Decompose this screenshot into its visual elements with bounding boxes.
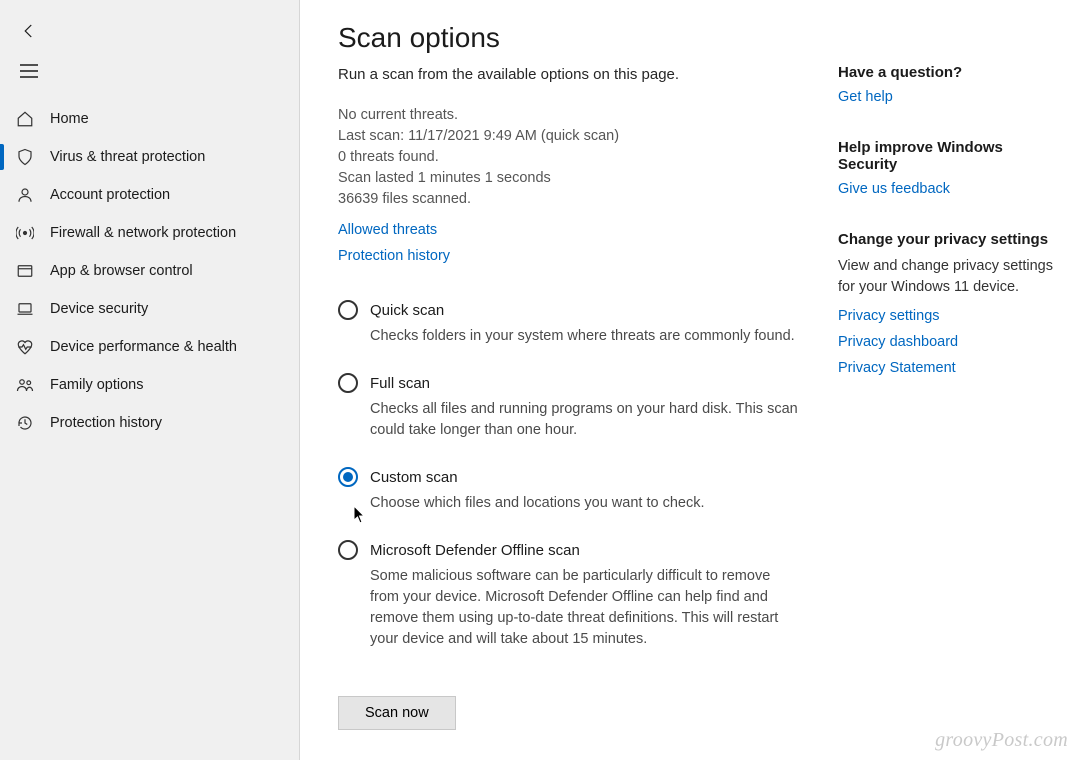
nav-item-firewall[interactable]: Firewall & network protection	[0, 214, 299, 252]
link-get-help[interactable]: Get help	[838, 89, 1058, 105]
content-column: Scan options Run a scan from the availab…	[338, 22, 838, 760]
home-icon	[14, 108, 36, 130]
radio-icon	[338, 467, 358, 487]
aside-heading: Help improve Windows Security	[838, 139, 1058, 173]
radio-quick-scan[interactable]: Quick scan	[338, 300, 818, 320]
aside-question: Have a question? Get help	[838, 64, 1058, 105]
radio-desc: Some malicious software can be particula…	[370, 566, 800, 650]
main: Scan options Run a scan from the availab…	[300, 0, 1080, 760]
radio-desc: Choose which files and locations you wan…	[370, 493, 800, 514]
radio-desc: Checks folders in your system where thre…	[370, 326, 800, 347]
hamburger-button[interactable]	[8, 54, 50, 88]
nav-label: Virus & threat protection	[50, 149, 205, 165]
watermark: groovyPost.com	[935, 729, 1068, 752]
family-icon	[14, 374, 36, 396]
link-privacy-settings[interactable]: Privacy settings	[838, 308, 1058, 324]
nav-label: App & browser control	[50, 263, 193, 279]
shield-icon	[14, 146, 36, 168]
nav-item-home[interactable]: Home	[0, 100, 299, 138]
back-button[interactable]	[8, 14, 50, 48]
aside-heading: Have a question?	[838, 64, 1058, 81]
scan-options-group: Quick scan Checks folders in your system…	[338, 300, 818, 650]
radio-label: Full scan	[370, 375, 430, 392]
option-quick-scan: Quick scan Checks folders in your system…	[338, 300, 818, 347]
aside-column: Have a question? Get help Help improve W…	[838, 22, 1058, 760]
aside-privacy-text: View and change privacy settings for you…	[838, 256, 1058, 298]
radio-offline-scan[interactable]: Microsoft Defender Offline scan	[338, 540, 818, 560]
radio-icon	[338, 373, 358, 393]
history-icon	[14, 412, 36, 434]
link-protection-history[interactable]: Protection history	[338, 248, 818, 264]
nav-item-protection-history[interactable]: Protection history	[0, 404, 299, 442]
scan-status: No current threats. Last scan: 11/17/202…	[338, 105, 818, 210]
link-give-feedback[interactable]: Give us feedback	[838, 181, 1058, 197]
nav-item-device-performance[interactable]: Device performance & health	[0, 328, 299, 366]
sidebar-top	[0, 8, 299, 98]
option-offline-scan: Microsoft Defender Offline scan Some mal…	[338, 540, 818, 650]
link-privacy-dashboard[interactable]: Privacy dashboard	[838, 334, 1058, 350]
link-privacy-statement[interactable]: Privacy Statement	[838, 360, 1058, 376]
status-last-scan: Last scan: 11/17/2021 9:49 AM (quick sca…	[338, 126, 818, 147]
option-custom-scan: Custom scan Choose which files and locat…	[338, 467, 818, 514]
nav-label: Account protection	[50, 187, 170, 203]
nav-item-account[interactable]: Account protection	[0, 176, 299, 214]
page-title: Scan options	[338, 22, 818, 54]
nav-item-device-security[interactable]: Device security	[0, 290, 299, 328]
status-no-threats: No current threats.	[338, 105, 818, 126]
scan-now-button[interactable]: Scan now	[338, 696, 456, 730]
aside-heading: Change your privacy settings	[838, 231, 1058, 248]
nav-label: Device performance & health	[50, 339, 237, 355]
hamburger-icon	[20, 64, 38, 78]
page-subtitle: Run a scan from the available options on…	[338, 66, 818, 83]
app-window-icon	[14, 260, 36, 282]
sidebar: Home Virus & threat protection Account p…	[0, 0, 300, 760]
person-icon	[14, 184, 36, 206]
nav-list: Home Virus & threat protection Account p…	[0, 100, 299, 442]
status-files-scanned: 36639 files scanned.	[338, 189, 818, 210]
status-threats-found: 0 threats found.	[338, 147, 818, 168]
nav-label: Device security	[50, 301, 148, 317]
radio-desc: Checks all files and running programs on…	[370, 399, 800, 441]
status-duration: Scan lasted 1 minutes 1 seconds	[338, 168, 818, 189]
nav-item-virus-threat[interactable]: Virus & threat protection	[0, 138, 299, 176]
radio-label: Custom scan	[370, 469, 458, 486]
link-allowed-threats[interactable]: Allowed threats	[338, 222, 818, 238]
radio-label: Microsoft Defender Offline scan	[370, 542, 580, 559]
nav-label: Protection history	[50, 415, 162, 431]
antenna-icon	[14, 222, 36, 244]
nav-label: Firewall & network protection	[50, 225, 236, 241]
aside-privacy: Change your privacy settings View and ch…	[838, 231, 1058, 376]
radio-custom-scan[interactable]: Custom scan	[338, 467, 818, 487]
radio-label: Quick scan	[370, 302, 444, 319]
nav-label: Family options	[50, 377, 143, 393]
radio-icon	[338, 300, 358, 320]
radio-full-scan[interactable]: Full scan	[338, 373, 818, 393]
laptop-icon	[14, 298, 36, 320]
heart-pulse-icon	[14, 336, 36, 358]
nav-item-app-browser[interactable]: App & browser control	[0, 252, 299, 290]
nav-label: Home	[50, 111, 89, 127]
nav-item-family[interactable]: Family options	[0, 366, 299, 404]
radio-icon	[338, 540, 358, 560]
option-full-scan: Full scan Checks all files and running p…	[338, 373, 818, 441]
back-arrow-icon	[20, 22, 38, 40]
aside-improve: Help improve Windows Security Give us fe…	[838, 139, 1058, 197]
